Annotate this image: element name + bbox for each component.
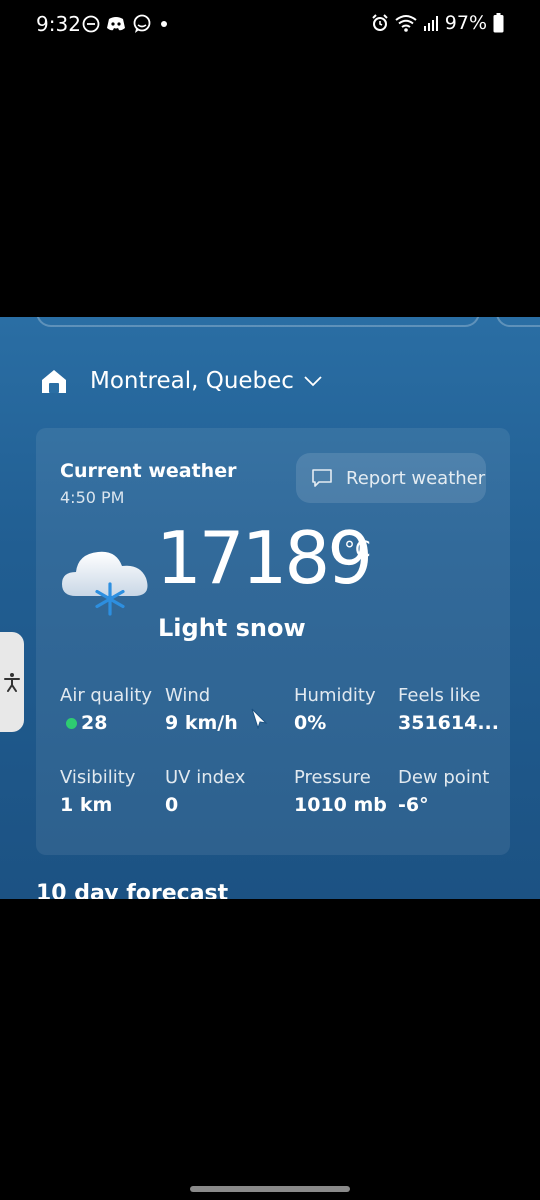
chat-icon xyxy=(133,14,151,33)
chevron-down-icon[interactable] xyxy=(302,370,324,392)
detail-visibility[interactable]: Visibility 1 km xyxy=(60,767,135,816)
report-weather-label: Report weather xyxy=(346,467,486,489)
wind-value: 9 km/h xyxy=(165,712,238,734)
detail-dew-point[interactable]: Dew point -6° xyxy=(398,767,489,816)
status-time: 9:32 xyxy=(36,12,81,36)
signal-icon xyxy=(423,16,438,31)
detail-humidity[interactable]: Humidity 0% xyxy=(294,685,376,734)
detail-pressure[interactable]: Pressure 1010 mb xyxy=(294,767,387,816)
card-title: Current weather xyxy=(60,460,237,482)
dnd-icon xyxy=(82,15,100,33)
accessibility-icon xyxy=(4,673,20,692)
home-indicator[interactable] xyxy=(190,1186,350,1192)
notification-icons xyxy=(82,14,170,34)
system-icons: 97% xyxy=(371,12,504,34)
weather-app-frame: Montreal, Quebec Current weather 4:50 PM… xyxy=(0,317,540,899)
location-label: Montreal, Quebec xyxy=(90,368,294,394)
current-weather-card: Current weather 4:50 PM Report weather 1… xyxy=(36,428,510,855)
home-icon[interactable] xyxy=(40,367,68,395)
dew-point-value: -6° xyxy=(398,794,429,816)
wifi-icon xyxy=(395,15,417,32)
uv-index-value: 0 xyxy=(165,794,179,816)
humidity-value: 0% xyxy=(294,712,327,734)
snow-cloud-icon xyxy=(62,551,148,616)
discord-icon xyxy=(107,17,125,31)
alarm-icon xyxy=(372,14,388,31)
battery-percent: 97% xyxy=(444,12,487,34)
dot-icon xyxy=(161,21,167,27)
condition-label: Light snow xyxy=(158,614,306,642)
status-bar: 9:32 97% xyxy=(0,0,540,48)
accessibility-tab[interactable] xyxy=(0,632,24,732)
temperature-unit: °C xyxy=(344,538,371,563)
mouse-cursor-icon xyxy=(251,708,268,729)
detail-wind[interactable]: Wind 9 km/h xyxy=(165,685,238,734)
speech-bubble-icon xyxy=(312,469,332,487)
location-selector[interactable]: Montreal, Quebec xyxy=(40,367,324,395)
detail-uv-index[interactable]: UV index 0 xyxy=(165,767,245,816)
pressure-value: 1010 mb xyxy=(294,794,387,816)
observation-time: 4:50 PM xyxy=(60,488,125,507)
report-weather-button[interactable]: Report weather xyxy=(296,453,486,503)
temperature-value: 17189 xyxy=(156,516,373,600)
top-right-button-edge[interactable] xyxy=(496,317,540,327)
search-box-edge[interactable] xyxy=(36,317,480,327)
feels-like-value: 351614... xyxy=(398,712,499,734)
forecast-heading: 10 day forecast xyxy=(36,881,229,899)
air-quality-dot xyxy=(66,717,77,729)
visibility-value: 1 km xyxy=(60,794,113,816)
air-quality-value: 28 xyxy=(81,712,108,734)
detail-feels-like[interactable]: Feels like 351614... xyxy=(398,685,499,734)
detail-air-quality[interactable]: Air quality 28 xyxy=(60,685,152,734)
battery-icon xyxy=(493,13,504,33)
